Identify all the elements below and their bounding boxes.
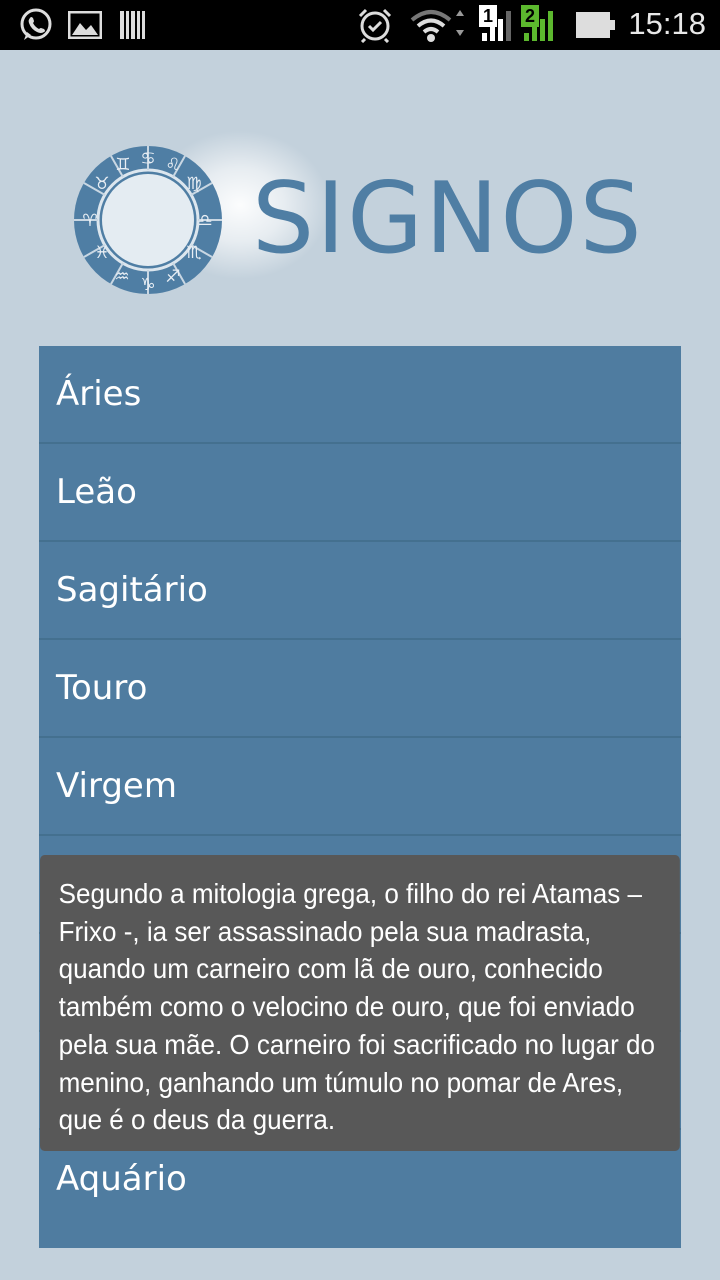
app-header: ♋ ♌ ♍ ♎ ♏ ♐ ♑ ♒ ♓ ♈ ♉ ♊ SIGNOS [0, 50, 720, 346]
svg-text:♌: ♌ [165, 155, 180, 175]
sim2-signal-icon: 2 [520, 5, 560, 43]
list-item-virgem[interactable]: Virgem [39, 738, 681, 836]
list-item-touro[interactable]: Touro [39, 640, 681, 738]
wifi-icon [410, 10, 464, 42]
svg-text:♓: ♓ [94, 243, 109, 263]
library-icon [120, 11, 145, 39]
svg-text:♐: ♐ [165, 267, 180, 287]
list-item-label: Aquário [56, 1159, 187, 1199]
toast-text: Segundo a mitologia grega, o filho do re… [58, 878, 655, 1136]
svg-text:♋: ♋ [140, 149, 155, 169]
alarm-icon [358, 8, 392, 43]
clock: 15:18 [628, 6, 706, 41]
list-item-label: Touro [56, 668, 148, 708]
status-bar: 1 2 15:18 [0, 0, 720, 50]
list-item-sagitario[interactable]: Sagitário [39, 542, 681, 640]
svg-text:♊: ♊ [115, 155, 130, 175]
list-item-label: Leão [56, 472, 137, 512]
whatsapp-icon [20, 8, 52, 40]
list-item-label: Sagitário [56, 570, 208, 610]
list-item-label: Virgem [56, 766, 177, 806]
svg-text:♏: ♏ [186, 243, 201, 263]
svg-text:♍: ♍ [186, 174, 201, 194]
app-logo-text: SIGNOS [252, 162, 644, 276]
info-toast: Segundo a mitologia grega, o filho do re… [40, 855, 680, 1151]
svg-text:♉: ♉ [94, 174, 109, 194]
list-item-label: Áries [56, 374, 142, 414]
svg-text:♈: ♈ [82, 211, 97, 231]
svg-text:♒: ♒ [114, 267, 129, 287]
gallery-icon [68, 11, 102, 39]
sim1-signal-icon: 1 [478, 5, 518, 43]
list-item-aries[interactable]: Áries [39, 346, 681, 444]
svg-text:♎: ♎ [197, 211, 212, 231]
svg-text:♑: ♑ [140, 275, 155, 295]
list-item-leao[interactable]: Leão [39, 444, 681, 542]
zodiac-wheel-icon: ♋ ♌ ♍ ♎ ♏ ♐ ♑ ♒ ♓ ♈ ♉ ♊ [74, 146, 222, 295]
battery-icon [576, 12, 615, 38]
